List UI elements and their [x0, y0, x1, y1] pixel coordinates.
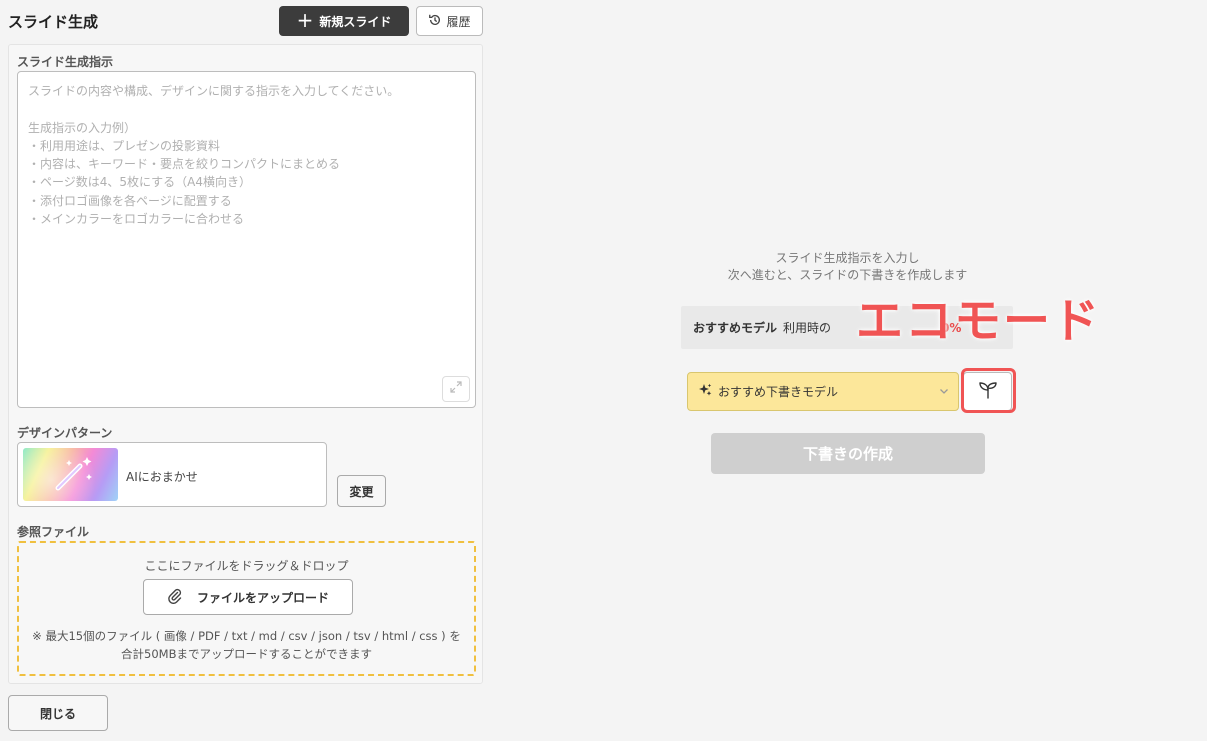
design-name: AIにおまかせ: [126, 470, 198, 484]
recommend-text: 利用時の: [783, 321, 832, 335]
eco-mode-annotation: エコモード: [856, 294, 1101, 349]
placeholder-line: ・メインカラーをロゴカラーに合わせる: [28, 212, 245, 227]
magic-wand-icon: [55, 457, 92, 491]
expand-icon: [450, 380, 462, 398]
create-draft-button[interactable]: 下書きの作成: [711, 433, 985, 474]
upload-note-line1: ※ 最大15個のファイル ( 画像 / PDF / txt / md / csv…: [32, 629, 461, 643]
sparkle-icon: [698, 383, 712, 400]
placeholder-line: [28, 100, 465, 118]
history-button[interactable]: 履歴: [416, 6, 483, 36]
placeholder-line: ・利用用途は、プレゼンの投影資料: [28, 138, 221, 153]
instruction-message: スライド生成指示を入力し 次へ進むと、スライドの下書きを作成します: [640, 250, 1055, 284]
placeholder-line: ・内容は、キーワード・要点を絞りコンパクトにまとめる: [28, 157, 341, 172]
chevron-down-icon: [938, 385, 950, 400]
design-pattern-card[interactable]: AIにおまかせ: [17, 442, 327, 507]
new-slide-button[interactable]: + 新規スライド: [279, 6, 409, 36]
placeholder-line: ・添付ロゴ画像を各ページに配置する: [28, 193, 232, 208]
file-dropzone[interactable]: ここにファイルをドラッグ＆ドロップ ファイルをアップロード ※ 最大15個のファ…: [17, 541, 476, 676]
change-design-button[interactable]: 変更: [337, 475, 386, 507]
paperclip-icon: [167, 588, 183, 607]
upload-note: ※ 最大15個のファイル ( 画像 / PDF / txt / md / csv…: [19, 627, 474, 663]
upload-file-button[interactable]: ファイルをアップロード: [143, 579, 353, 615]
design-thumbnail: [23, 448, 118, 501]
placeholder-line: ・ページ数は4、5枚にする（A4横向き）: [28, 175, 251, 190]
placeholder-line: スライドの内容や構成、デザインに関する指示を入力してください。: [28, 84, 400, 98]
dropzone-text: ここにファイルをドラッグ＆ドロップ: [144, 559, 349, 573]
upload-label: ファイルをアップロード: [196, 590, 329, 605]
instruction-textarea[interactable]: スライドの内容や構成、デザインに関する指示を入力してください。 生成指示の入力例…: [17, 71, 476, 408]
design-label: デザインパターン: [17, 426, 113, 440]
recommend-title: おすすめモデル: [693, 321, 778, 335]
new-slide-label: 新規スライド: [319, 14, 392, 29]
expand-button[interactable]: [442, 376, 470, 402]
instruction-label: スライド生成指示: [17, 55, 114, 69]
instruction-line1: スライド生成指示を入力し: [775, 251, 920, 265]
reference-label: 参照ファイル: [17, 525, 90, 539]
page-title: スライド生成: [8, 13, 99, 31]
upload-note-line2: 合計50MBまでアップロードすることができます: [121, 647, 372, 661]
model-select[interactable]: おすすめ下書きモデル: [687, 372, 959, 411]
eco-mode-button[interactable]: [963, 372, 1012, 411]
plus-icon: +: [296, 8, 314, 32]
placeholder-line: 生成指示の入力例）: [28, 120, 137, 135]
model-select-value: おすすめ下書きモデル: [718, 385, 839, 399]
sprout-icon: [977, 379, 999, 405]
left-panel: スライド生成指示 スライドの内容や構成、デザインに関する指示を入力してください。…: [8, 44, 483, 684]
history-label: 履歴: [446, 14, 471, 29]
history-icon: [428, 13, 442, 30]
close-button[interactable]: 閉じる: [8, 695, 108, 731]
